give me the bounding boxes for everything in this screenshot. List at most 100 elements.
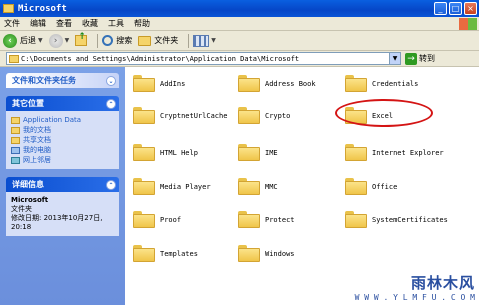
folder-name: IME bbox=[265, 148, 278, 157]
details-type: 文件夹 bbox=[11, 205, 32, 213]
toolbar: ‹ 后退 ▼ › ▼ 搜索 文件夹 ▼ bbox=[0, 31, 479, 51]
folder-icon bbox=[133, 144, 155, 161]
views-button[interactable]: ▼ bbox=[193, 34, 216, 47]
folders-icon bbox=[138, 35, 152, 46]
menu-view[interactable]: 查看 bbox=[56, 18, 72, 29]
folder-name: Crypto bbox=[265, 111, 291, 120]
folder-name: AddIns bbox=[160, 79, 186, 88]
details-header[interactable]: 详细信息 ⌃ bbox=[6, 177, 119, 192]
folder-icon bbox=[9, 54, 19, 63]
address-input[interactable]: C:\Documents and Settings\Administrator\… bbox=[6, 52, 401, 65]
place-label: 我的电脑 bbox=[23, 146, 51, 154]
folder-icon bbox=[238, 75, 260, 92]
folder-icon bbox=[133, 178, 155, 195]
watermark-url: W W W . Y L M F U . C O M bbox=[354, 293, 475, 302]
place-label: 我的文档 bbox=[23, 126, 51, 134]
folder-name: MMC bbox=[265, 182, 278, 191]
place-shared-documents[interactable]: 共享文档 bbox=[11, 135, 114, 145]
minimize-button[interactable]: _ bbox=[434, 2, 447, 15]
folder-icon bbox=[345, 178, 367, 195]
folder-icon bbox=[345, 211, 367, 228]
folder-icon bbox=[345, 144, 367, 161]
go-button[interactable]: → 转到 bbox=[405, 52, 435, 65]
network-icon bbox=[11, 156, 20, 164]
folder-icon bbox=[133, 211, 155, 228]
go-arrow-icon: → bbox=[405, 52, 417, 65]
folder-cryptneturlcache[interactable]: CryptnetUrlCache bbox=[133, 107, 227, 124]
folder-windows[interactable]: Windows bbox=[238, 245, 295, 262]
details-body: Microsoft 文件夹 修改日期: 2013年10月27日, 20:18 bbox=[6, 192, 119, 236]
folder-mmc[interactable]: MMC bbox=[238, 178, 278, 195]
menu-help[interactable]: 帮助 bbox=[134, 18, 150, 29]
forward-button[interactable]: › ▼ bbox=[48, 33, 70, 48]
folders-label: 文件夹 bbox=[154, 36, 179, 45]
other-places-header[interactable]: 其它位置 ⌃ bbox=[6, 96, 119, 111]
folder-name: Office bbox=[372, 182, 398, 191]
folder-protect[interactable]: Protect bbox=[238, 211, 295, 228]
toolbar-separator bbox=[188, 33, 190, 48]
title-bar: Microsoft _ □ × bbox=[0, 0, 479, 17]
maximize-button[interactable]: □ bbox=[449, 2, 462, 15]
file-tasks-title: 文件和文件夹任务 bbox=[12, 76, 76, 85]
views-icon bbox=[193, 34, 210, 47]
folder-icon bbox=[345, 75, 367, 92]
file-tasks-header[interactable]: 文件和文件夹任务 ⌄ bbox=[6, 73, 119, 88]
chevron-up-icon[interactable]: ⌃ bbox=[106, 179, 116, 190]
folder-html-help[interactable]: HTML Help bbox=[133, 144, 198, 161]
details-modified: 修改日期: 2013年10月27日, 20:18 bbox=[11, 214, 103, 231]
chevron-down-icon[interactable]: ⌄ bbox=[106, 75, 116, 86]
chevron-down-icon[interactable]: ▼ bbox=[38, 37, 43, 44]
back-button[interactable]: ‹ 后退 ▼ bbox=[3, 33, 43, 48]
place-label: Application Data bbox=[23, 116, 82, 124]
menu-file[interactable]: 文件 bbox=[4, 18, 20, 29]
chevron-down-icon[interactable]: ▼ bbox=[65, 37, 70, 44]
folder-ime[interactable]: IME bbox=[238, 144, 278, 161]
folder-name: CryptnetUrlCache bbox=[160, 111, 228, 120]
folder-media-player[interactable]: Media Player bbox=[133, 178, 211, 195]
folder-name: Media Player bbox=[160, 182, 211, 191]
place-label: 网上邻居 bbox=[23, 156, 51, 164]
folder-crypto[interactable]: Crypto bbox=[238, 107, 290, 124]
menu-tools[interactable]: 工具 bbox=[108, 18, 124, 29]
chevron-down-icon[interactable]: ▼ bbox=[389, 53, 400, 64]
documents-icon bbox=[11, 126, 20, 134]
windows-logo-icon bbox=[459, 18, 477, 30]
details-name: Microsoft bbox=[11, 196, 49, 204]
folder-internet-explorer[interactable]: Internet Explorer bbox=[345, 144, 444, 161]
folder-name: HTML Help bbox=[160, 148, 198, 157]
address-bar: C:\Documents and Settings\Administrator\… bbox=[0, 51, 479, 67]
search-label: 搜索 bbox=[116, 36, 133, 45]
folder-icon bbox=[133, 75, 155, 92]
search-button[interactable]: 搜索 bbox=[102, 35, 132, 46]
menu-edit[interactable]: 编辑 bbox=[30, 18, 46, 29]
folder-proof[interactable]: Proof bbox=[133, 211, 181, 228]
folder-icon bbox=[133, 245, 155, 262]
close-button[interactable]: × bbox=[464, 2, 477, 15]
chevron-down-icon[interactable]: ▼ bbox=[211, 37, 216, 44]
folder-name: Internet Explorer bbox=[372, 148, 444, 157]
place-network[interactable]: 网上邻居 bbox=[11, 155, 114, 165]
watermark-name: 雨林木风 bbox=[410, 274, 475, 292]
up-button[interactable] bbox=[75, 32, 88, 46]
folder-credentials[interactable]: Credentials bbox=[345, 75, 418, 92]
task-pane: 文件和文件夹任务 ⌄ 其它位置 ⌃ Application Data 我的文档 … bbox=[0, 67, 125, 305]
menu-favorites[interactable]: 收藏 bbox=[82, 18, 98, 29]
back-label: 后退 bbox=[20, 36, 36, 45]
folder-icon bbox=[238, 178, 260, 195]
folder-addins[interactable]: AddIns bbox=[133, 75, 185, 92]
folder-office[interactable]: Office bbox=[345, 178, 397, 195]
folder-systemcertificates[interactable]: SystemCertificates bbox=[345, 211, 448, 228]
back-arrow-icon: ‹ bbox=[3, 33, 17, 48]
menu-bar: 文件 编辑 查看 收藏 工具 帮助 bbox=[0, 17, 479, 31]
chevron-up-icon[interactable]: ⌃ bbox=[106, 98, 116, 109]
folders-button[interactable]: 文件夹 bbox=[138, 35, 178, 46]
file-tasks-panel: 文件和文件夹任务 ⌄ bbox=[6, 73, 119, 88]
folder-icon bbox=[3, 4, 14, 13]
place-my-computer[interactable]: 我的电脑 bbox=[11, 145, 114, 155]
folder-name: Templates bbox=[160, 249, 198, 258]
folder-name: Proof bbox=[160, 215, 182, 224]
place-application-data[interactable]: Application Data bbox=[11, 115, 114, 125]
folder-address-book[interactable]: Address Book bbox=[238, 75, 316, 92]
place-my-documents[interactable]: 我的文档 bbox=[11, 125, 114, 135]
folder-templates[interactable]: Templates bbox=[133, 245, 198, 262]
